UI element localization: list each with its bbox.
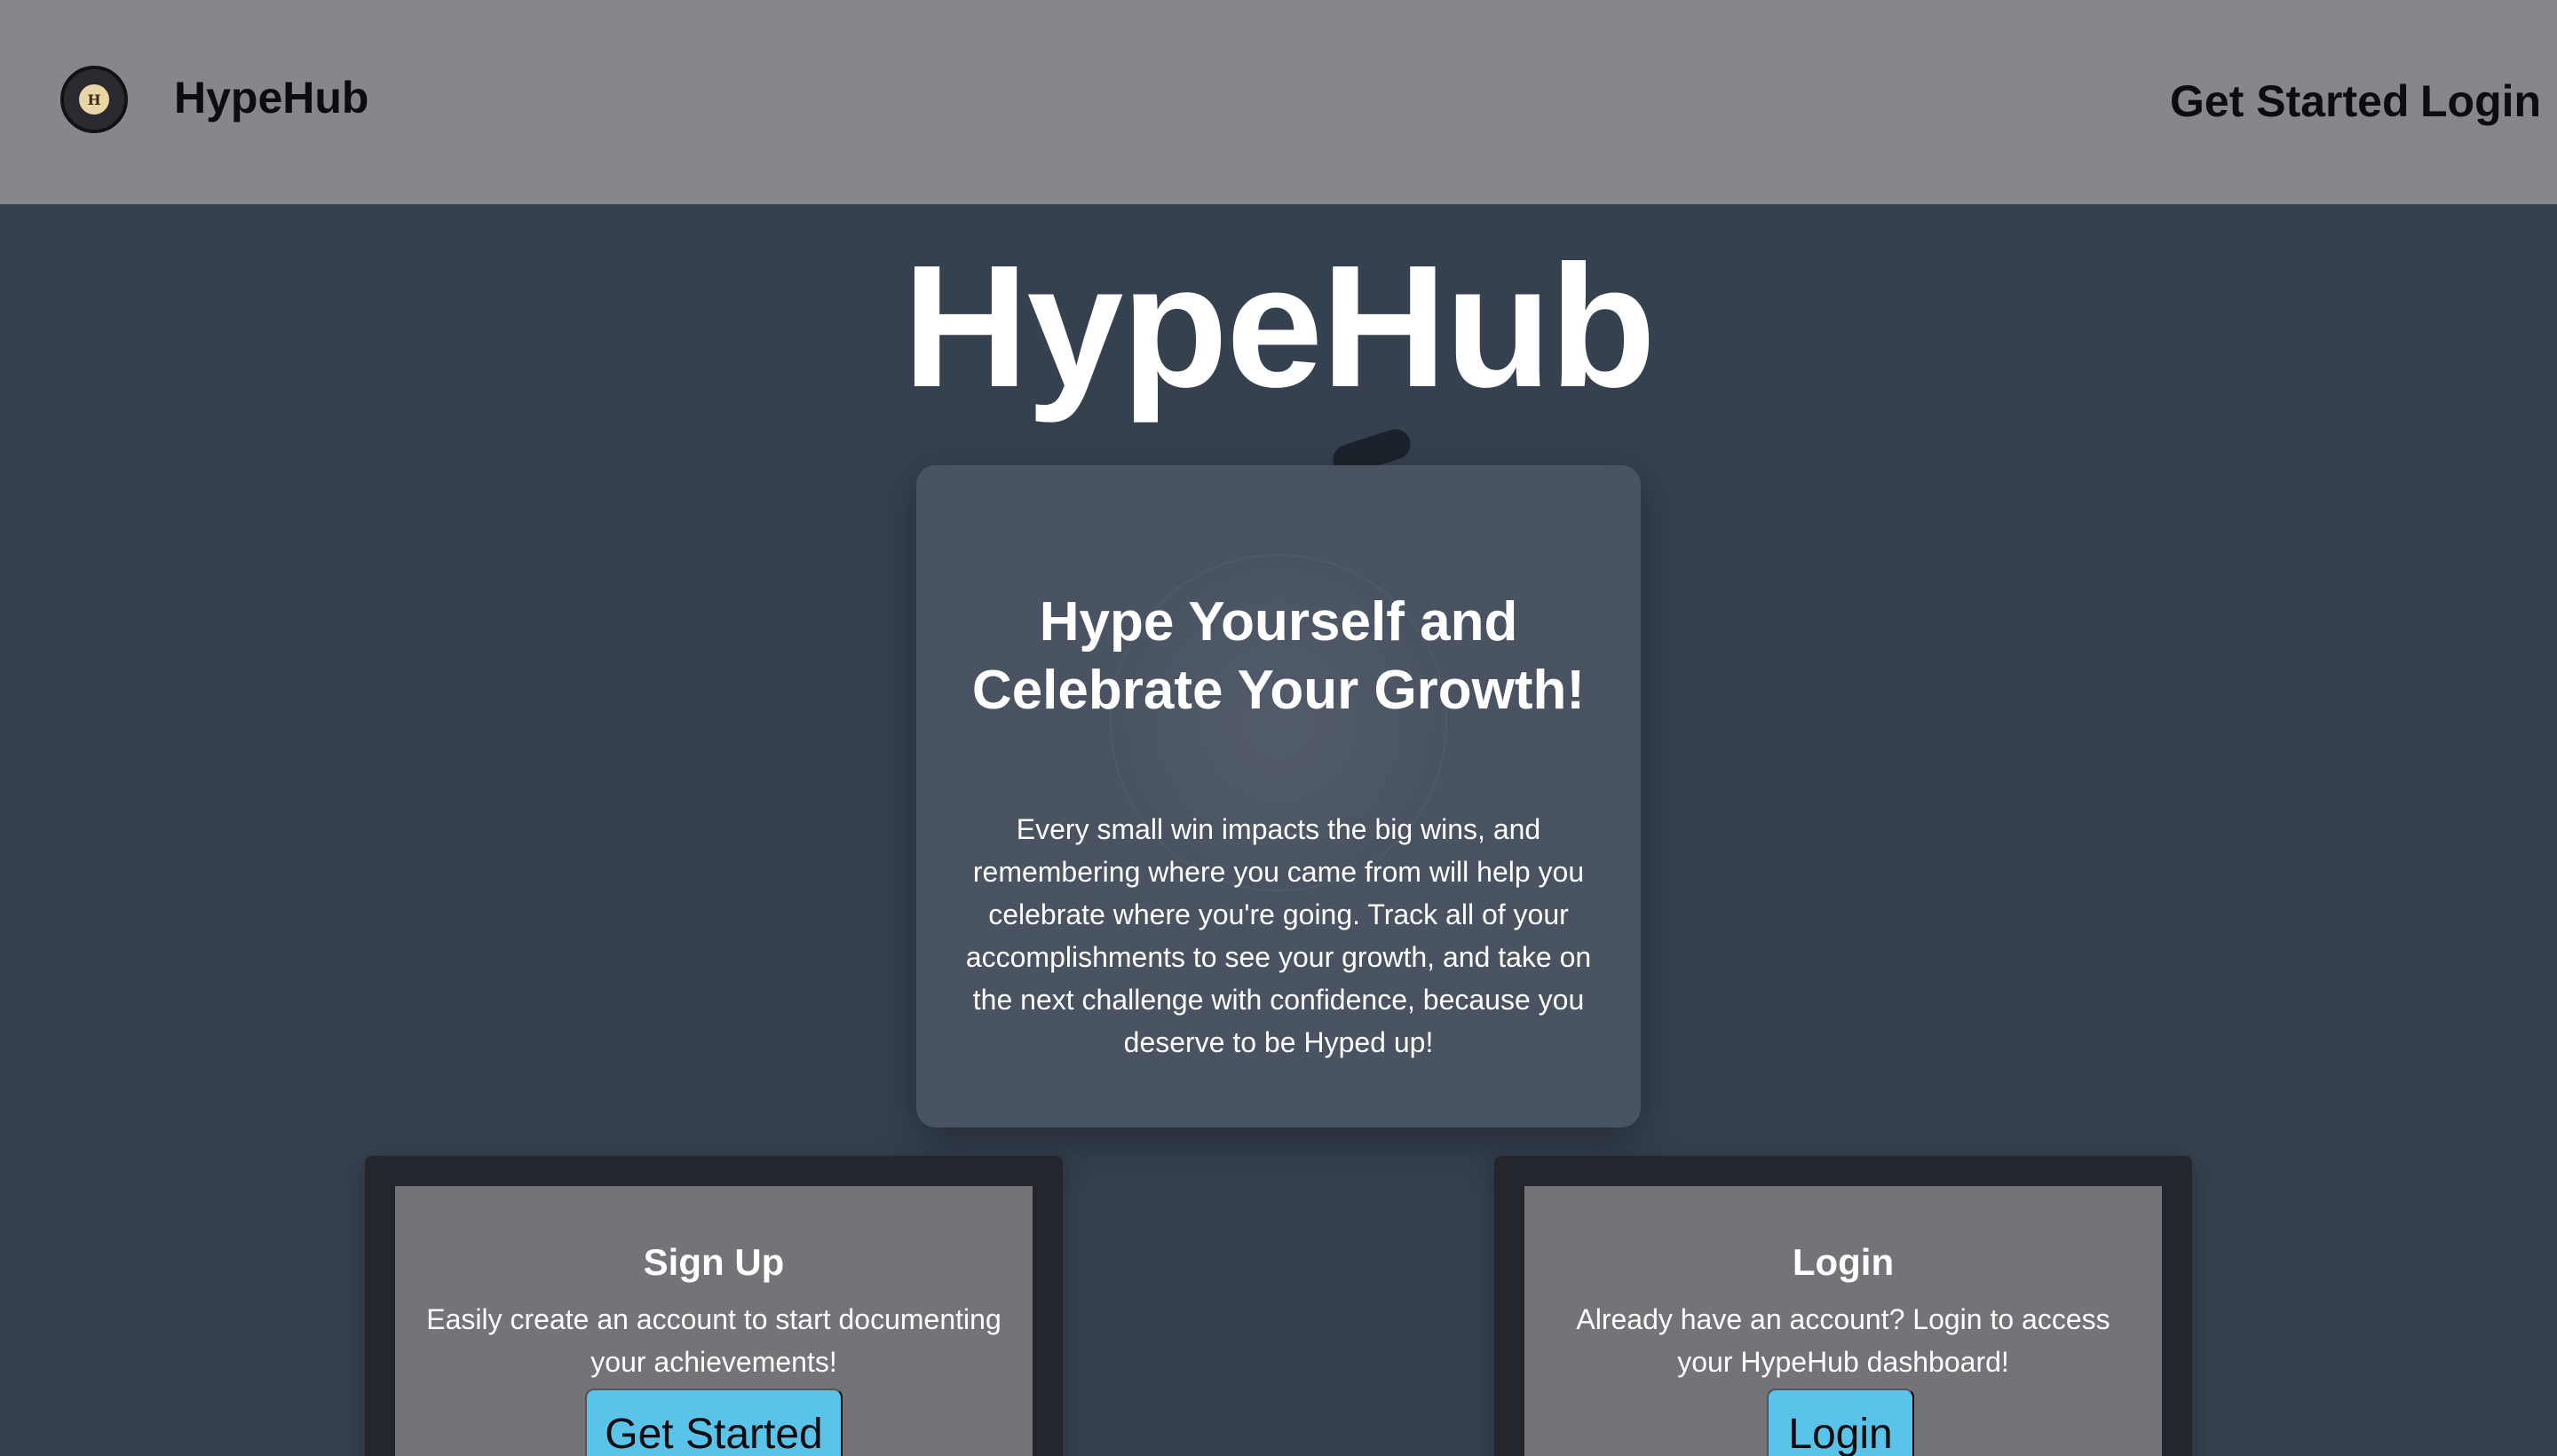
hypehub-logo-icon[interactable]: H xyxy=(60,66,128,133)
hero-title: HypeHub xyxy=(902,229,1656,423)
brand-name[interactable]: HypeHub xyxy=(174,71,368,124)
logo-glyph: H xyxy=(79,84,109,115)
page: H HypeHub Get Started Login HypeHub Hype… xyxy=(0,0,2557,1456)
signup-card-title: Sign Up xyxy=(643,1241,785,1283)
hero-card-body: Every small win impacts the big wins, an… xyxy=(965,813,1592,1058)
hero-card: Hype Yourself and Celebrate Your Growth!… xyxy=(916,465,1641,1128)
nav-get-started-link[interactable]: Get Started xyxy=(2170,75,2410,128)
login-card-inner: Login Already have an account? Login to … xyxy=(1524,1186,2162,1456)
hero-card-heading: Hype Yourself and Celebrate Your Growth! xyxy=(971,591,1586,721)
signup-card-inner: Sign Up Easily create an account to star… xyxy=(395,1186,1033,1456)
navbar: H HypeHub Get Started Login xyxy=(0,0,2557,204)
login-card-description: Already have an account? Login to access… xyxy=(1576,1303,2110,1378)
signup-card-description: Easily create an account to start docume… xyxy=(426,1303,1001,1378)
login-card-title: Login xyxy=(1792,1241,1895,1283)
get-started-button[interactable]: Get Started xyxy=(585,1389,843,1456)
nav-login-link[interactable]: Login xyxy=(2420,75,2541,128)
signup-card: Sign Up Easily create an account to star… xyxy=(365,1156,1063,1456)
login-button[interactable]: Login xyxy=(1767,1389,1914,1456)
login-card: Login Already have an account? Login to … xyxy=(1494,1156,2192,1456)
